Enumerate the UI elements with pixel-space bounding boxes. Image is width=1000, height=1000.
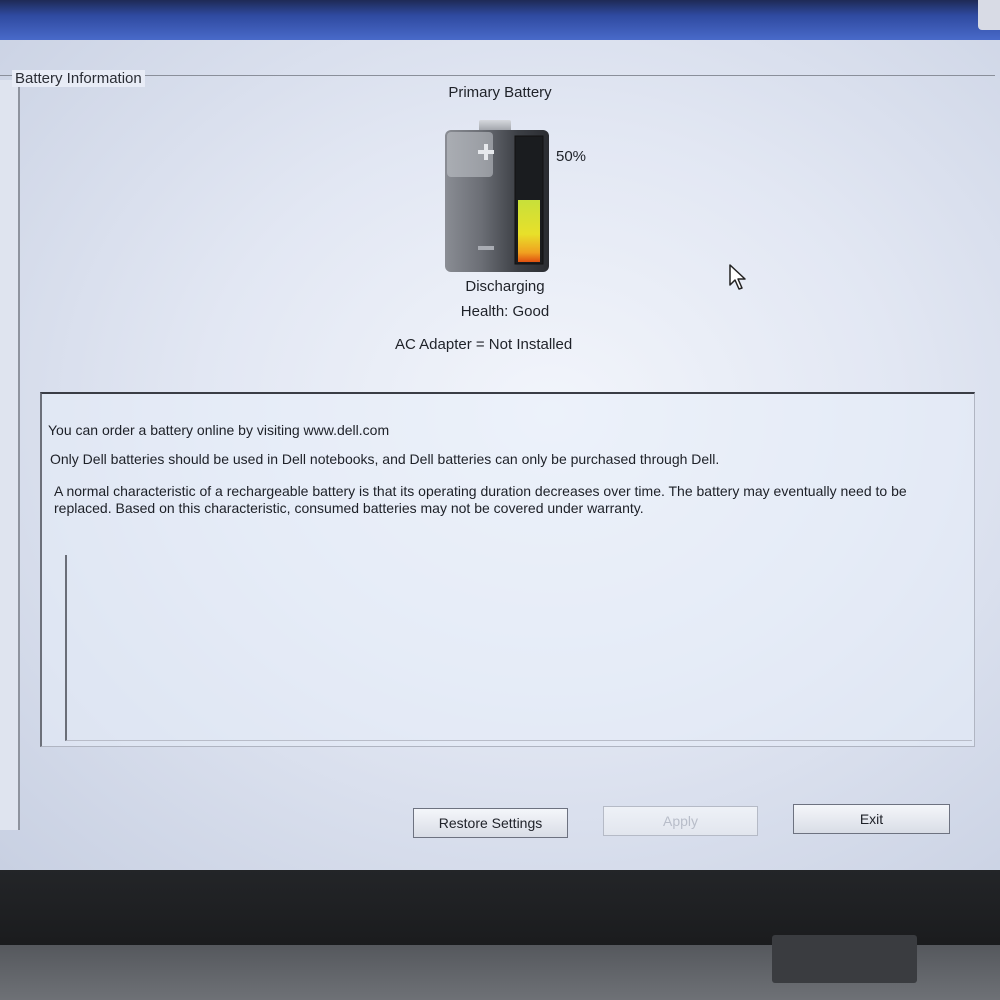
info-warranty-text: A normal characteristic of a rechargeabl…	[54, 483, 907, 516]
window-corner-control[interactable]	[978, 0, 1000, 30]
mouse-pointer-icon	[729, 264, 746, 290]
window-title-bar	[0, 0, 1000, 44]
battery-level-fill	[518, 200, 540, 262]
info-textbox-inner-edge	[65, 555, 972, 741]
battery-health-label: Health: Good	[460, 303, 550, 320]
laptop-hinge	[772, 935, 917, 983]
apply-button[interactable]: Apply	[603, 806, 758, 836]
group-title: Battery Information	[12, 70, 145, 87]
primary-battery-title: Primary Battery	[448, 84, 552, 101]
info-order-text: You can order a battery online by visiti…	[48, 422, 390, 438]
photo-scene: Battery Information Primary Battery 50% …	[0, 0, 1000, 1000]
ac-adapter-label: AC Adapter = Not Installed	[395, 336, 573, 353]
info-dell-only-text: Only Dell batteries should be used in De…	[50, 451, 720, 467]
battery-percent-label: 50%	[556, 148, 587, 165]
restore-settings-button[interactable]: Restore Settings	[413, 808, 568, 838]
battery-icon	[445, 120, 549, 272]
battery-status-label: Discharging	[465, 278, 545, 295]
exit-button[interactable]: Exit	[793, 804, 950, 834]
